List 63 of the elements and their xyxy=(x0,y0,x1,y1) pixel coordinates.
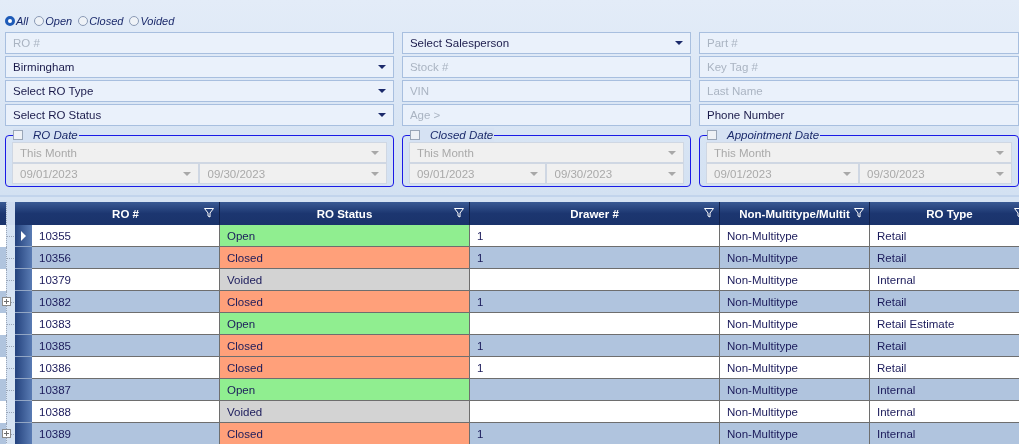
input-field[interactable]: RO # xyxy=(5,32,394,54)
dropdown-field[interactable]: Birmingham xyxy=(5,56,394,78)
input-field[interactable]: Stock # xyxy=(401,56,691,78)
input-field[interactable]: VIN xyxy=(401,80,691,102)
dropdown-field[interactable]: Select Salesperson xyxy=(401,32,691,54)
status-radio[interactable]: Closed xyxy=(78,14,124,27)
dropdown-arrow-icon xyxy=(377,65,386,69)
dropdown-arrow-icon xyxy=(996,150,1004,155)
row-header[interactable] xyxy=(15,313,32,335)
row-header[interactable] xyxy=(15,379,32,401)
group-title: Closed Date xyxy=(429,129,494,141)
table-cell: Non-Multitype xyxy=(720,423,870,444)
checkbox[interactable] xyxy=(13,130,23,140)
status-cell: Closed xyxy=(220,357,470,379)
dropdown-arrow-icon xyxy=(843,171,851,176)
dropdown-arrow-icon xyxy=(377,113,386,117)
status-cell: Closed xyxy=(220,247,470,269)
dropdown-arrow-icon xyxy=(183,171,192,176)
status-radio[interactable]: All xyxy=(5,14,29,27)
input-field[interactable]: Part # xyxy=(699,32,1019,54)
dropdown-arrow-icon xyxy=(996,171,1004,176)
dropdown-field[interactable]: Select RO Type xyxy=(5,80,394,102)
dropdown-arrow-icon xyxy=(668,150,676,155)
input-field[interactable]: Last Name xyxy=(699,80,1019,102)
status-cell: Closed xyxy=(220,291,470,313)
dropdown-arrow-icon xyxy=(370,171,379,176)
table-cell: 1 xyxy=(470,423,720,444)
dropdown-arrow-icon xyxy=(675,41,683,45)
filter-icon[interactable] xyxy=(204,208,214,218)
dropdown-arrow-icon xyxy=(668,171,676,176)
status-cell: Voided xyxy=(220,269,470,291)
row-header[interactable] xyxy=(15,401,32,423)
group-title: RO Date xyxy=(33,129,78,141)
row-header[interactable] xyxy=(15,291,32,313)
filter-icon[interactable] xyxy=(704,208,714,218)
status-cell: Voided xyxy=(220,401,470,423)
dropdown-arrow-icon xyxy=(377,89,386,93)
row-header[interactable] xyxy=(15,335,32,357)
dropdown-arrow-icon xyxy=(370,150,379,155)
checkbox[interactable] xyxy=(409,130,420,140)
status-radio[interactable]: Voided xyxy=(129,14,175,27)
group-title: Appointment Date xyxy=(727,129,820,141)
status-cell: Closed xyxy=(220,335,470,357)
filter-icon[interactable] xyxy=(454,208,464,218)
expand-icon[interactable] xyxy=(2,429,11,438)
filter-icon[interactable] xyxy=(854,208,864,218)
table-cell: Internal xyxy=(870,423,1019,444)
status-cell: Closed xyxy=(220,423,470,444)
status-cell: Open xyxy=(220,225,470,247)
row-header[interactable] xyxy=(15,247,32,269)
expand-icon[interactable] xyxy=(2,297,11,306)
row-header[interactable] xyxy=(15,357,32,379)
row-header[interactable] xyxy=(15,269,32,291)
status-cell: Open xyxy=(220,379,470,401)
input-field[interactable]: Phone Number xyxy=(699,104,1019,126)
status-cell: Open xyxy=(220,313,470,335)
input-field[interactable]: Age > xyxy=(401,104,691,126)
dropdown-arrow-icon xyxy=(530,171,539,176)
status-radio[interactable]: Open xyxy=(34,14,73,27)
checkbox[interactable] xyxy=(707,130,717,140)
input-field[interactable]: Key Tag # xyxy=(699,56,1019,78)
row-header[interactable] xyxy=(15,225,32,247)
dropdown-field[interactable]: Select RO Status xyxy=(5,104,394,126)
